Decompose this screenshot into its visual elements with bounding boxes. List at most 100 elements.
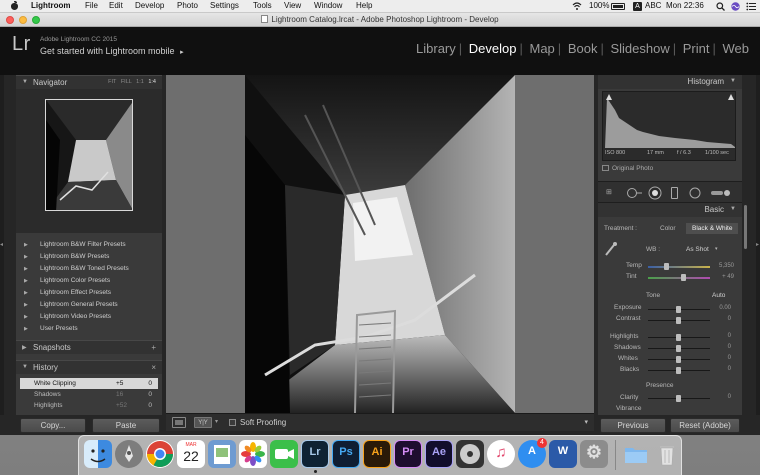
wifi-icon[interactable] [572,2,582,10]
whites-slider[interactable] [648,356,710,363]
histogram-header[interactable]: Histogram ▼ [598,75,742,89]
photo-preview[interactable] [245,75,515,413]
dock-illustrator[interactable]: Ai [363,440,391,468]
shadows-value[interactable]: 0 [709,344,731,350]
reset-settings-button[interactable]: Reset (Adobe) [670,418,740,433]
dock-photos[interactable] [239,440,267,468]
graduated-filter-icon[interactable] [671,187,678,199]
view-menu-chevron-icon[interactable]: ▾ [215,418,218,425]
auto-tone-button[interactable]: Auto [712,292,725,299]
contrast-slider[interactable] [648,317,710,324]
clarity-slider[interactable] [648,395,710,402]
shadows-slider[interactable] [648,345,710,352]
wb-dropdown-chevron-icon[interactable]: ▾ [715,246,718,252]
blacks-slider[interactable] [648,367,710,374]
module-library[interactable]: Library [413,41,459,56]
copy-settings-button[interactable]: Copy... [20,418,86,433]
clear-history-icon[interactable]: × [151,363,156,372]
module-map[interactable]: Map [527,41,558,56]
temp-value[interactable]: 5,350 [712,263,734,269]
original-photo-toggle[interactable]: Original Photo [602,165,653,172]
dock-word[interactable]: W [549,440,577,468]
treatment-bw-option[interactable]: Black & White [686,223,739,234]
spot-removal-tool-icon[interactable] [626,187,642,199]
preset-folder[interactable]: ▶ User Presets [20,325,160,337]
whites-slider-thumb[interactable] [676,356,681,363]
histogram-graph[interactable]: ISO 800 17 mm f / 6.3 1/100 sec [602,91,736,161]
menu-settings[interactable]: Settings [210,1,239,10]
preset-folder[interactable]: ▶ Lightroom B&W Filter Presets [20,241,160,253]
adjustment-brush-icon[interactable] [711,188,733,198]
dock-system-preferences[interactable]: ⚙ [580,440,608,468]
navigator-thumbnail[interactable] [45,99,133,211]
blacks-value[interactable]: 0 [709,366,731,372]
spotlight-icon[interactable] [716,2,725,11]
exposure-value[interactable]: 0.00 [709,305,731,311]
previous-settings-button[interactable]: Previous [600,418,666,433]
navigator-preview[interactable] [16,89,162,233]
dock-folder[interactable] [622,440,650,468]
dock-dvd-player[interactable] [456,440,484,468]
dock-preview[interactable] [208,440,236,468]
menu-edit[interactable]: Edit [109,1,123,10]
tint-slider[interactable] [648,274,710,281]
add-snapshot-icon[interactable]: + [151,343,156,352]
tint-value[interactable]: + 49 [712,274,734,280]
menu-develop[interactable]: Develop [135,1,164,10]
dock-chrome[interactable] [146,440,174,468]
zoom-fit[interactable]: FIT [108,79,116,85]
snapshots-header[interactable]: ▶ Snapshots + [16,340,162,354]
history-step[interactable]: White Clipping +5 0 [20,378,158,389]
menu-help[interactable]: Help [356,1,372,10]
zoom-1-1[interactable]: 1:1 [136,79,144,85]
zoom-fill[interactable]: FILL [121,79,132,85]
paste-settings-button[interactable]: Paste [92,418,160,433]
clarity-value[interactable]: 0 [709,394,731,400]
zoom-1-4[interactable]: 1:4 [148,79,156,85]
history-header[interactable]: ▼ History × [16,360,162,374]
menu-file[interactable]: File [85,1,98,10]
preset-folder[interactable]: ▶ Lightroom Color Presets [20,277,160,289]
module-develop[interactable]: Develop [466,41,520,56]
temp-slider[interactable] [648,263,710,270]
siri-icon[interactable] [730,2,741,11]
crop-tool-icon[interactable]: ⊞ [606,188,612,196]
whites-value[interactable]: 0 [709,355,731,361]
preset-folder[interactable]: ▶ Lightroom Effect Presets [20,289,160,301]
highlights-slider-thumb[interactable] [676,334,681,341]
exposure-slider-thumb[interactable] [676,306,681,313]
dock-photoshop[interactable]: Ps [332,440,360,468]
temp-slider-thumb[interactable] [664,263,669,270]
history-step[interactable]: Highlights +52 0 [20,400,158,411]
module-web[interactable]: Web [720,41,753,56]
menu-view[interactable]: View [284,1,301,10]
before-after-view-button[interactable]: Y|Y [194,417,212,428]
dock-after-effects[interactable]: Ae [425,440,453,468]
dock-finder[interactable] [84,440,112,468]
shadows-slider-thumb[interactable] [676,345,681,352]
apple-menu-icon[interactable] [10,1,18,10]
basic-panel-header[interactable]: Basic ▼ [598,203,742,217]
get-started-mobile-link[interactable]: Get started with Lightroom mobile ▸ [40,46,184,56]
contrast-value[interactable]: 0 [709,316,731,322]
blacks-slider-thumb[interactable] [676,367,681,374]
dock-calendar[interactable]: MAR 22 [177,440,205,468]
menu-tools[interactable]: Tools [253,1,272,10]
preset-folder[interactable]: ▶ Lightroom B&W Presets [20,253,160,265]
toolbar-options-chevron-icon[interactable]: ▾ [584,418,588,426]
left-panel-toggle[interactable]: ◂ [0,75,4,415]
red-eye-tool-icon[interactable] [648,186,662,200]
navigator-header[interactable]: ▼ Navigator FIT FILL 1:1 1:4 [16,75,162,89]
contrast-slider-thumb[interactable] [676,317,681,324]
wb-dropdown[interactable]: As Shot [686,246,709,253]
soft-proofing-checkbox[interactable] [229,419,236,426]
clarity-slider-thumb[interactable] [676,395,681,402]
module-slideshow[interactable]: Slideshow [607,41,672,56]
module-book[interactable]: Book [565,41,601,56]
menu-app-name[interactable]: Lightroom [31,1,71,10]
battery-icon[interactable] [611,3,625,10]
white-balance-selector-icon[interactable] [604,241,618,257]
dock-itunes[interactable]: ♫ [487,440,515,468]
dock-premiere[interactable]: Pr [394,440,422,468]
notification-center-icon[interactable] [746,2,756,11]
